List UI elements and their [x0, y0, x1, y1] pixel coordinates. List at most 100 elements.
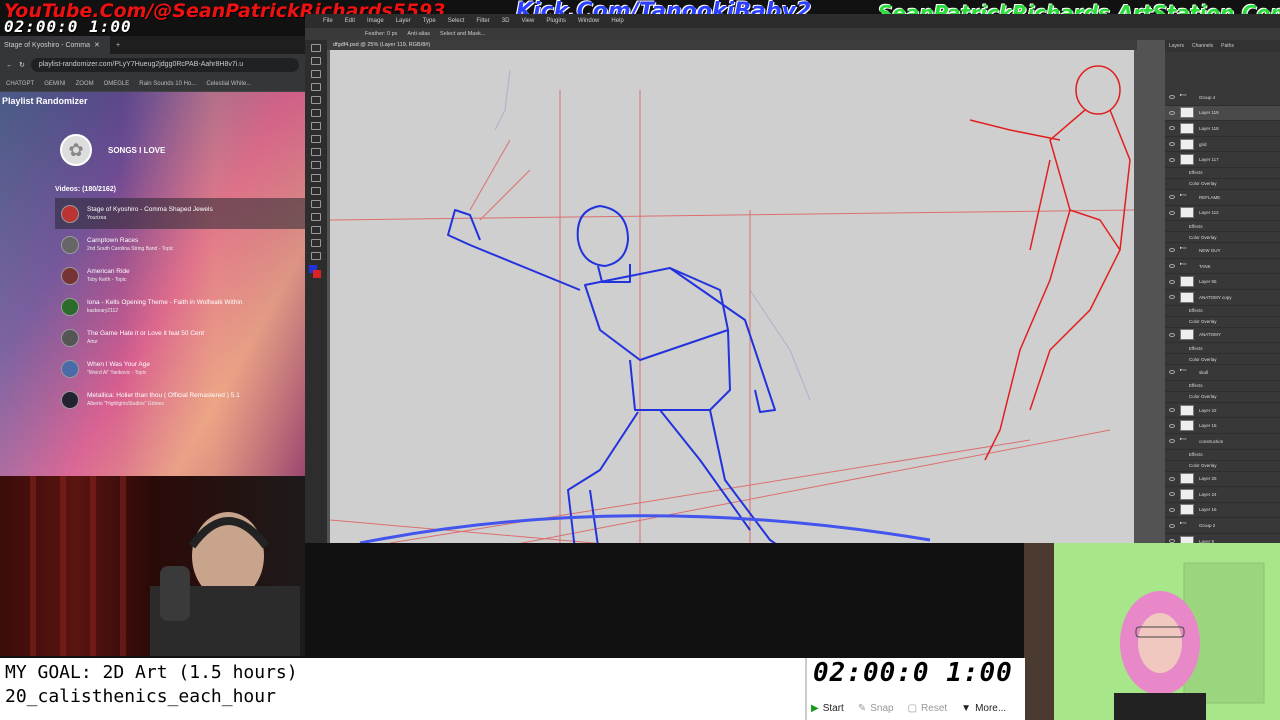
- layer-effect-row[interactable]: Color Overlay: [1165, 354, 1280, 366]
- tab-channels[interactable]: Channels: [1192, 43, 1213, 49]
- feather-option[interactable]: Feather: 0 px: [365, 31, 397, 37]
- menu-item[interactable]: Type: [423, 18, 436, 24]
- eye-icon[interactable]: [1169, 423, 1175, 428]
- layer-effect-row[interactable]: Color Overlay: [1165, 232, 1280, 244]
- eye-icon[interactable]: [1169, 157, 1175, 162]
- eyedropper-tool-icon[interactable]: [311, 109, 321, 117]
- layer-row[interactable]: Layer 9: [1165, 534, 1280, 543]
- layer-effect-row[interactable]: Effects: [1165, 306, 1280, 317]
- video-item[interactable]: Metallica: Holier than thou ( Official R…: [55, 384, 305, 415]
- bookmark-item[interactable]: Rain Sounds 10 Ho...: [139, 81, 196, 87]
- eye-icon[interactable]: [1169, 210, 1175, 215]
- lasso-tool-icon[interactable]: [311, 70, 321, 78]
- eye-icon[interactable]: [1169, 142, 1175, 147]
- layer-group-row[interactable]: ▸▭ NEW GUY: [1165, 243, 1280, 259]
- video-item[interactable]: When I Was Your Age "Weird Al" Yankovic -…: [55, 353, 305, 384]
- layer-effect-row[interactable]: Color Overlay: [1165, 179, 1280, 190]
- hand-tool-icon[interactable]: [311, 239, 321, 247]
- eye-icon[interactable]: [1169, 332, 1175, 337]
- layer-row[interactable]: Layer 15: [1165, 418, 1280, 434]
- layer-row[interactable]: Layer 16: [1165, 503, 1280, 519]
- snap-button[interactable]: ✎ Snap: [858, 703, 894, 714]
- bookmark-item[interactable]: Celestial White...: [206, 81, 251, 87]
- layer-effect-row[interactable]: Effects: [1165, 343, 1280, 355]
- move-tool-icon[interactable]: [311, 44, 321, 52]
- reset-button[interactable]: ▢ Reset: [908, 703, 948, 714]
- layer-effect-row[interactable]: Color Overlay: [1165, 461, 1280, 472]
- menu-item[interactable]: Edit: [345, 18, 355, 24]
- background-color-swatch[interactable]: [313, 270, 321, 278]
- layer-effect-row[interactable]: Effects: [1165, 381, 1280, 392]
- menu-item[interactable]: Plugins: [546, 18, 566, 24]
- menu-item[interactable]: View: [521, 18, 534, 24]
- eye-icon[interactable]: [1169, 476, 1175, 481]
- eye-icon[interactable]: [1169, 523, 1175, 528]
- layer-row[interactable]: ANATOMY copy: [1165, 290, 1280, 306]
- type-tool-icon[interactable]: [311, 200, 321, 208]
- drawing-canvas[interactable]: [329, 50, 1135, 543]
- layer-effect-row[interactable]: Color Overlay: [1165, 317, 1280, 328]
- layer-group-row[interactable]: ▸▭ Group 4: [1165, 90, 1280, 106]
- layer-row[interactable]: Layer 119: [1165, 105, 1280, 122]
- layer-group-row[interactable]: ▸▭ Group 2: [1165, 518, 1280, 534]
- zoom-tool-icon[interactable]: [311, 252, 321, 260]
- eye-icon[interactable]: [1169, 439, 1175, 444]
- back-icon[interactable]: ←: [6, 62, 13, 69]
- video-item[interactable]: Stage of Kyoshiro - Comma Shaped Jewels Y…: [55, 198, 305, 229]
- bookmark-item[interactable]: GEMINI: [44, 81, 65, 87]
- video-item[interactable]: Camptown Races 2nd South Carolina String …: [55, 229, 305, 260]
- layer-row[interactable]: Layer 22: [1165, 403, 1280, 419]
- eye-icon[interactable]: [1169, 408, 1175, 413]
- close-icon[interactable]: ✕: [94, 41, 100, 49]
- layer-effect-row[interactable]: Effects: [1165, 450, 1280, 461]
- more-button[interactable]: ▼ More...: [961, 703, 1006, 714]
- browser-tab[interactable]: Stage of Kyoshiro - Comma ✕: [0, 36, 110, 54]
- pen-tool-icon[interactable]: [311, 187, 321, 195]
- brush-tool-icon[interactable]: [311, 135, 321, 143]
- eye-icon[interactable]: [1169, 110, 1175, 115]
- tab-paths[interactable]: Paths: [1221, 43, 1234, 49]
- menu-item[interactable]: Layer: [396, 18, 411, 24]
- video-item[interactable]: American Ride Toby Keith - Topic: [55, 260, 305, 291]
- menu-item[interactable]: Help: [611, 18, 623, 24]
- layer-group-row[interactable]: ▸▭ REFLAME: [1165, 190, 1280, 206]
- bookmark-item[interactable]: ZOOM: [76, 81, 94, 87]
- bookmark-item[interactable]: CHATGPT: [6, 81, 34, 87]
- menu-item[interactable]: 3D: [502, 18, 510, 24]
- eye-icon[interactable]: [1169, 264, 1175, 269]
- layer-row[interactable]: Layer 112: [1165, 206, 1280, 222]
- eye-icon[interactable]: [1169, 126, 1175, 131]
- menu-item[interactable]: Window: [578, 18, 599, 24]
- document-tab[interactable]: dfgdf4.psd @ 25% (Layer 119, RGB/8#): [327, 40, 1137, 50]
- layer-row[interactable]: Layer 24: [1165, 487, 1280, 503]
- eye-icon[interactable]: [1169, 295, 1175, 300]
- layer-row[interactable]: grid: [1165, 137, 1280, 153]
- path-select-tool-icon[interactable]: [311, 213, 321, 221]
- address-bar[interactable]: playlist-randomizer.com/PLyY7Hueug2jdgg0…: [30, 58, 299, 72]
- healing-tool-icon[interactable]: [311, 122, 321, 130]
- menu-item[interactable]: File: [323, 18, 333, 24]
- video-item[interactable]: Iona - Kells Opening Theme - Faith in Wo…: [55, 291, 305, 322]
- layer-row[interactable]: Layer 65: [1165, 274, 1280, 290]
- layer-effect-row[interactable]: Effects: [1165, 168, 1280, 179]
- crop-tool-icon[interactable]: [311, 96, 321, 104]
- new-tab-icon[interactable]: +: [116, 42, 120, 49]
- layer-row[interactable]: Layer 25: [1165, 472, 1280, 488]
- layer-row[interactable]: ANATOMY: [1165, 328, 1280, 344]
- antialias-option[interactable]: Anti-alias: [407, 31, 430, 37]
- menu-item[interactable]: Image: [367, 18, 384, 24]
- shape-tool-icon[interactable]: [311, 226, 321, 234]
- stamp-tool-icon[interactable]: [311, 148, 321, 156]
- reload-icon[interactable]: ↻: [19, 61, 25, 69]
- layer-group-row[interactable]: ▸▭ TANK: [1165, 259, 1280, 275]
- eye-icon[interactable]: [1169, 507, 1175, 512]
- eye-icon[interactable]: [1169, 95, 1175, 100]
- layer-group-row[interactable]: ▸▭ skull: [1165, 365, 1280, 381]
- eye-icon[interactable]: [1169, 248, 1175, 253]
- layer-group-row[interactable]: ▸▭ construction: [1165, 434, 1280, 450]
- eye-icon[interactable]: [1169, 492, 1175, 497]
- select-tool-icon[interactable]: [311, 83, 321, 91]
- eye-icon[interactable]: [1169, 370, 1175, 375]
- menu-item[interactable]: Filter: [476, 18, 489, 24]
- video-item[interactable]: The Game Hate it or Love it feat 50 Cent…: [55, 322, 305, 353]
